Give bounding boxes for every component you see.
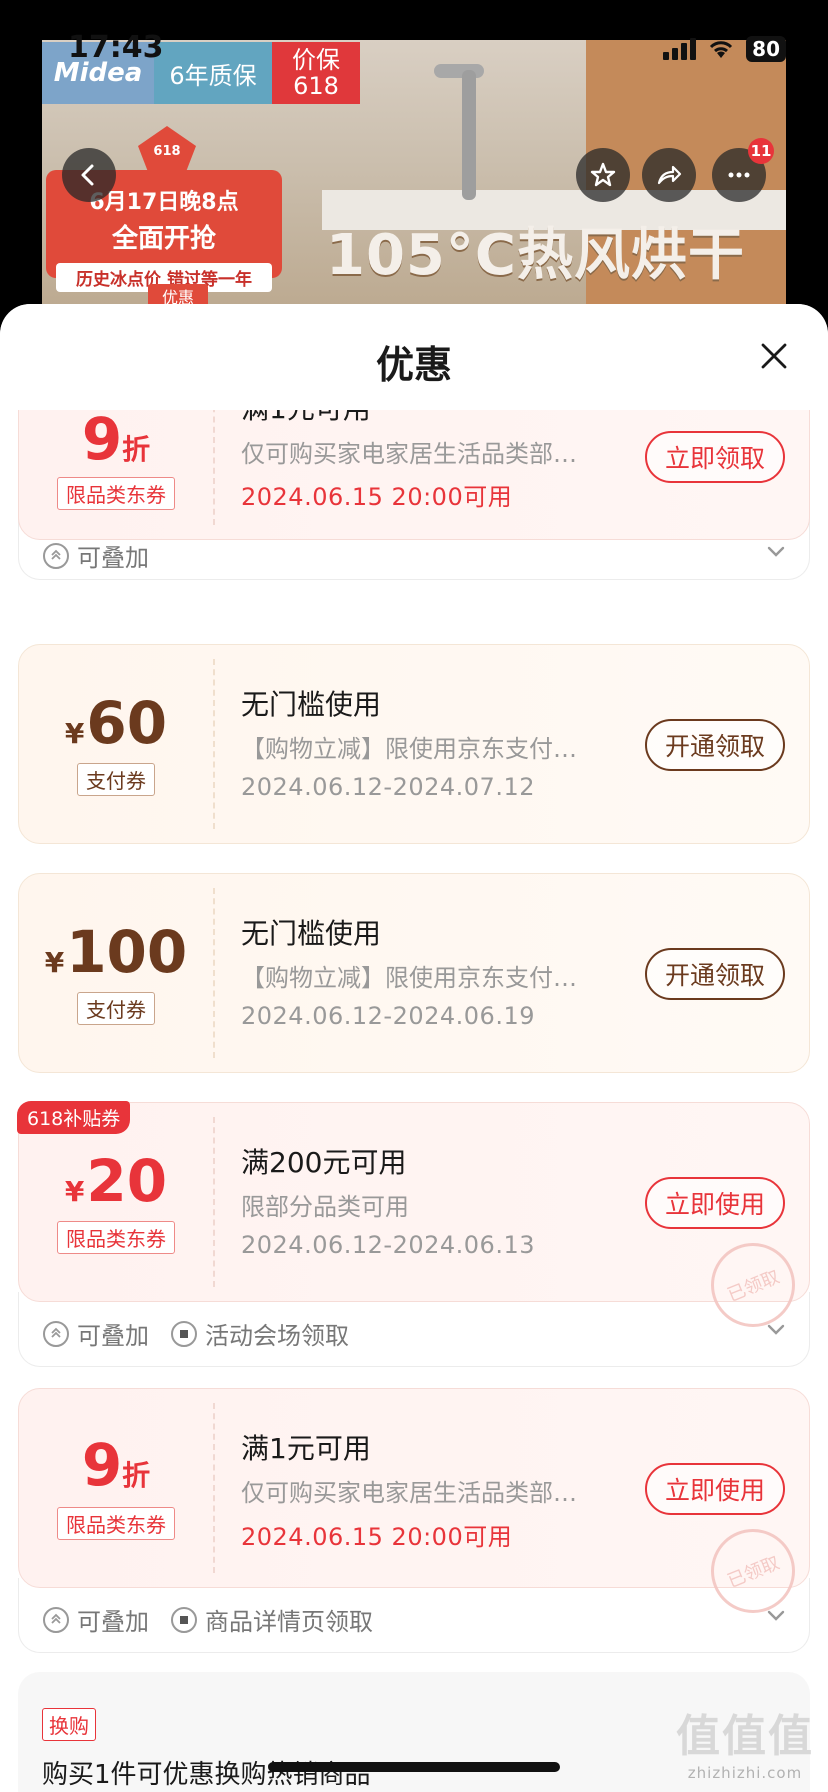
notification-badge: 11 [748,138,774,164]
coupon-description: 仅可购买家电家居生活品类部… [241,1479,577,1507]
coupon-date: 2024.06.12-2024.07.12 [241,773,535,801]
swap-text: 购买1件可优惠换购热销商品 [42,1760,371,1790]
price-guard-label: 价保 618 [272,42,360,104]
sheet-title: 优惠 [375,343,452,387]
activate-claim-button[interactable]: 开通领取 [644,719,785,771]
watermark-url: zhizhizhi.com [687,1764,803,1782]
coupon-type-tag: 限品类东券 [57,1221,175,1254]
claim-button[interactable]: 立即领取 [644,431,785,483]
coupon-footer: 可叠加 商品详情页领取 [18,1578,810,1653]
coupon-condition: 无门槛使用 [241,917,382,950]
coupon-date: 2024.06.12-2024.06.19 [241,1002,535,1030]
stackable-label: 可叠加 [43,1602,149,1637]
coupon-condition: 满200元可用 [241,1146,407,1179]
coupon-divider [213,1403,215,1573]
swap-tag: 换购 [42,1708,96,1741]
coupon-amount: ¥100 [44,918,188,986]
source-text: 商品详情页领取 [205,1608,373,1636]
coupon-description: 【购物立减】限使用京东支付… [241,735,577,763]
banner-faucet-head [434,64,484,78]
coupon-type-tag: 限品类东券 [57,1507,175,1540]
coupon-description: 限部分品类可用 [241,1193,409,1221]
coupon-card: ¥60 支付券 无门槛使用 【购物立减】限使用京东支付… 2024.06.12-… [18,644,810,844]
coupon-divider [213,1117,215,1287]
chevron-left-icon [81,164,94,186]
watermark-logo: 值值值 [676,1711,814,1762]
coupon-face: ¥60 支付券 无门槛使用 【购物立减】限使用京东支付… 2024.06.12-… [18,644,810,844]
stackable-text: 可叠加 [77,1608,149,1636]
more-button[interactable]: 11 [712,138,774,202]
coupon-type-tag: 支付券 [77,992,155,1025]
coupon-face: 9折 限品类东券 满1元可用 仅可购买家电家居生活品类部… 2024.06.15… [18,1388,810,1626]
share-button[interactable] [642,148,696,202]
source-text: 活动会场领取 [205,1322,349,1350]
source-label: 活动会场领取 [171,1316,349,1351]
coupon-face: ¥100 支付券 无门槛使用 【购物立减】限使用京东支付… 2024.06.12… [18,873,810,1073]
coupon-date: 2024.06.15 20:00可用 [241,1523,513,1551]
ticket-icon [171,1606,197,1633]
coupon-card: ¥100 支付券 无门槛使用 【购物立减】限使用京东支付… 2024.06.12… [18,873,810,1073]
banner-headline: 105°C热风烘干 [326,223,745,288]
coupon-condition: 无门槛使用 [241,688,382,721]
coupon-amount: ¥60 [64,689,168,757]
share-icon [657,165,682,185]
watermark: 值值值 zhizhizhi.com [676,1700,814,1782]
coupon-sheet: 优惠 可叠加 9折 限品类东券 仅可购买家电家居生活品类部… 2024.06.1… [0,304,828,1792]
coupon-divider [213,888,215,1058]
more-dots-icon [728,172,750,178]
coupon-list[interactable]: 可叠加 9折 限品类东券 满1元可用 仅可购买家电家居生活品类部… 2024.0… [0,340,828,1792]
star-icon [590,162,616,187]
coupon-face: 618补贴券 ¥20 限品类东券 满200元可用 限部分品类可用 2024.06… [17,1101,810,1340]
status-time: 17:43 [68,30,164,65]
stackable-text: 可叠加 [77,1322,149,1350]
price-guard-line2: 618 [293,72,339,100]
price-guard-line1: 价保 [292,46,340,74]
stackable-label: 可叠加 [43,538,149,573]
stackable-label: 可叠加 [43,1316,149,1351]
stack-icon [43,542,69,569]
coupon-divider [213,659,215,829]
coupon-amount: 9折 [81,1431,151,1499]
coupon-card: 可叠加 商品详情页领取 9折 限品类东券 满1元可用 仅可购买家电家居生活品类部… [18,1388,810,1653]
favorite-button[interactable] [576,148,630,202]
coupon-date: 2024.06.15 20:00可用 [241,483,513,511]
coupon-amount: ¥20 [64,1147,168,1215]
coupon-type-tag: 限品类东券 [57,477,175,510]
close-icon[interactable] [758,340,790,372]
coupon-description: 【购物立减】限使用京东支付… [241,964,577,992]
use-now-button[interactable]: 立即使用 [644,1177,785,1229]
stack-icon [43,1320,69,1347]
banner-faucet [462,70,476,200]
signal-icon [663,38,697,60]
status-icons: 80 [663,36,786,62]
stackable-text: 可叠加 [77,544,149,572]
coupon-amount: 9折 [81,405,151,473]
coupon-card: 可叠加 活动会场领取 618补贴券 ¥20 限品类东券 满200元可用 限部分品… [17,1101,810,1367]
use-now-button[interactable]: 立即使用 [644,1463,785,1515]
ticket-icon [171,1320,197,1347]
home-indicator[interactable] [268,1762,560,1772]
battery-icon: 80 [746,36,786,62]
coupon-condition: 满1元可用 [241,1432,371,1465]
stack-icon [43,1606,69,1633]
subsidy-badge: 618补贴券 [17,1101,131,1134]
warranty-label: 6年质保 [154,42,272,104]
sheet-header: 优惠 [0,304,828,410]
source-label: 商品详情页领取 [171,1602,373,1637]
coupon-date: 2024.06.12-2024.06.13 [241,1231,535,1259]
chevron-down-icon[interactable] [765,540,787,562]
coupon-type-tag: 支付券 [77,763,155,796]
promo-line2: 全面开抢 [111,224,216,254]
activate-claim-button[interactable]: 开通领取 [644,948,785,1000]
coupon-description: 仅可购买家电家居生活品类部… [241,440,577,468]
wifi-icon [706,38,736,60]
coupon-footer: 可叠加 活动会场领取 [18,1292,810,1367]
back-button[interactable] [62,148,116,202]
